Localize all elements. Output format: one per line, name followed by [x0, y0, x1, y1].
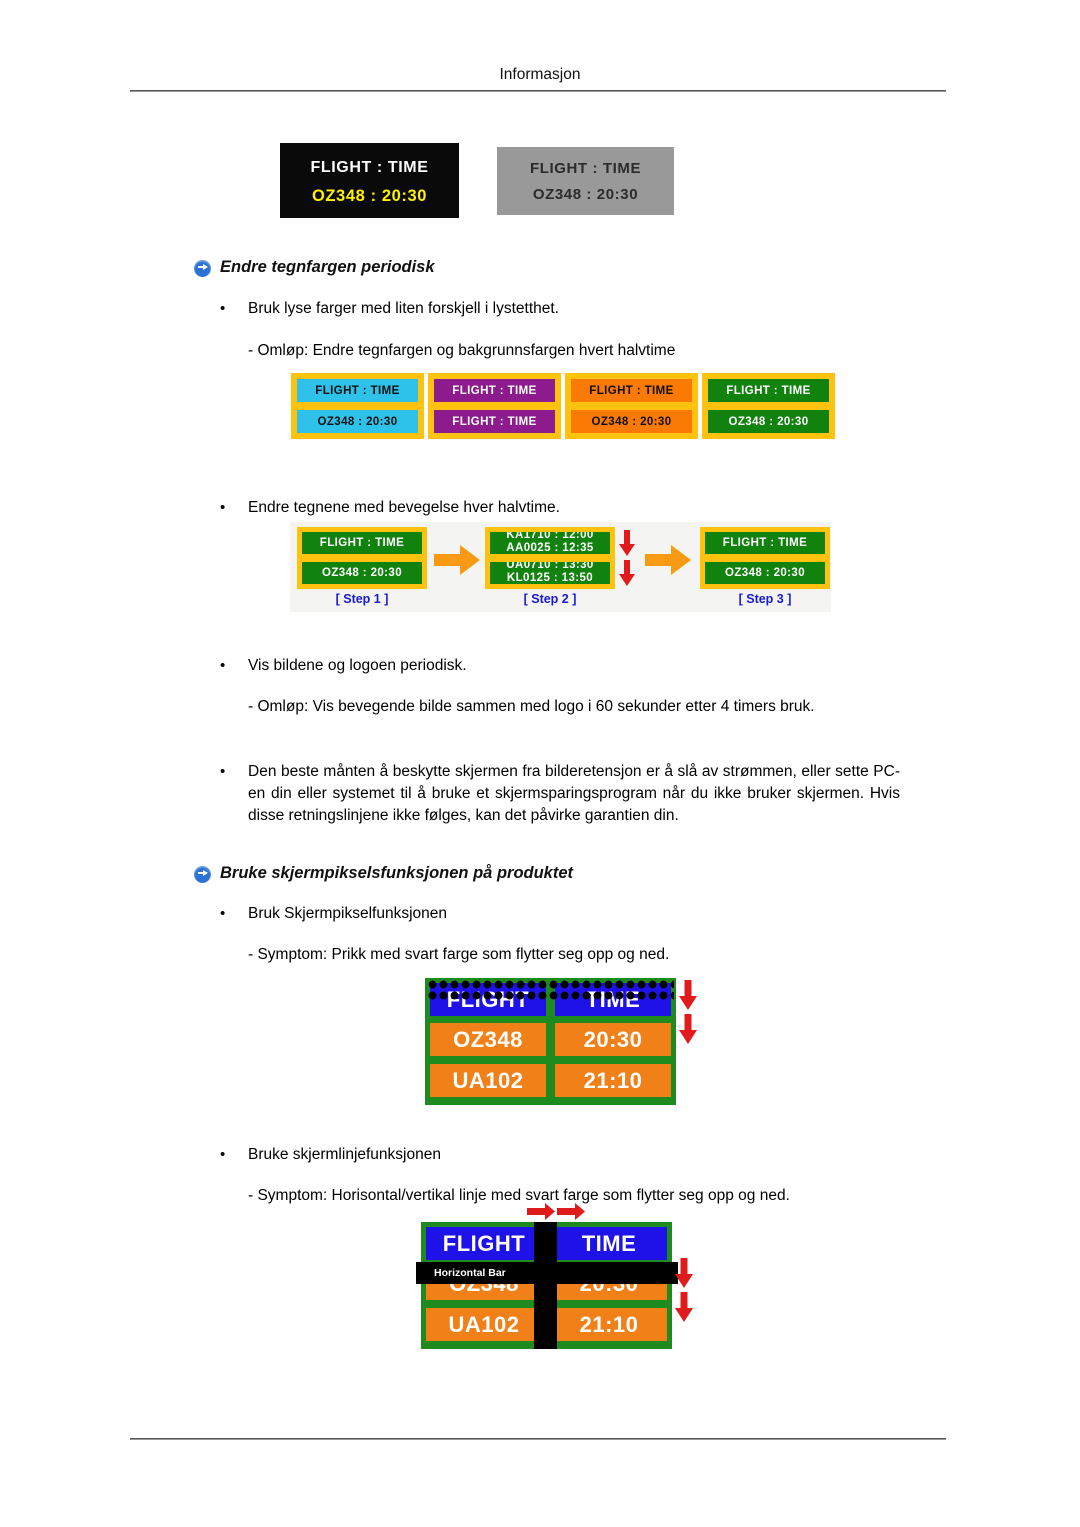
- bullet-text: Den beste månten å beskytte skjermen fra…: [248, 763, 900, 824]
- line-board-cell-flight: FLIGHT: [426, 1227, 542, 1260]
- green-panel-row1: FLIGHT : TIME: [708, 379, 829, 402]
- page-title: Informasjon: [499, 66, 581, 83]
- red-right-arrow-icon: [557, 1203, 585, 1220]
- step-3-label: [ Step 3 ]: [738, 592, 792, 606]
- step-2-row1: KA1710 : 12:00 AA0025 : 12:35: [490, 532, 610, 554]
- list-bullet-icon: •: [220, 657, 226, 674]
- step-2-row2-top: UA0710 : 13:30: [506, 562, 594, 571]
- orange-right-arrow-icon: [645, 545, 691, 575]
- list-bullet-icon: •: [220, 1146, 226, 1163]
- step-1-panel: FLIGHT : TIME OZ348 : 20:30: [297, 527, 427, 589]
- red-down-arrow-icon: [619, 530, 635, 556]
- red-down-arrow-icon: [675, 1258, 693, 1288]
- red-down-arrow-icon: [675, 1292, 693, 1322]
- list-bullet-icon: •: [220, 300, 226, 317]
- bullet-item: • Bruk lyse farger med liten forskjell i…: [220, 298, 910, 320]
- bullet-text: Endre tegnene med bevegelse hver halvtim…: [248, 499, 560, 516]
- step-2-label: [ Step 2 ]: [523, 592, 577, 606]
- step-3-row1: FLIGHT : TIME: [705, 532, 825, 554]
- blue-arrow-circle-icon: [194, 866, 211, 883]
- step-2-panel: KA1710 : 12:00 AA0025 : 12:35 UA0710 : 1…: [485, 527, 615, 589]
- blue-arrow-circle-icon: [194, 260, 211, 277]
- bullet-text: Bruk lyse farger med liten forskjell i l…: [248, 300, 559, 317]
- step-2-row2-bottom: KL0125 : 13:50: [506, 572, 594, 584]
- line-board: FLIGHT TIME OZ348 20:30 UA102 21:10 Hori…: [416, 1222, 678, 1349]
- pixel-board-cell-ua102: UA102: [430, 1064, 546, 1097]
- bullet-text: Vis bildene og logoen periodisk.: [248, 657, 467, 674]
- bullet-item: • Vis bildene og logoen periodisk.: [220, 655, 910, 677]
- pixel-board-cell-oz348: OZ348: [430, 1023, 546, 1056]
- purple-panel: FLIGHT : TIME FLIGHT : TIME: [428, 373, 561, 439]
- sub-line: - Symptom: Prikk med svart farge som fly…: [248, 946, 670, 963]
- green-panel: FLIGHT : TIME OZ348 : 20:30: [702, 373, 835, 439]
- orange-right-arrow-icon: [434, 545, 480, 575]
- red-right-arrow-icon: [527, 1203, 555, 1220]
- pixel-board-cell-2030: 20:30: [555, 1023, 671, 1056]
- step-2-row1-top: KA1710 : 12:00: [506, 532, 594, 541]
- step-1-row2: OZ348 : 20:30: [302, 562, 422, 584]
- cyan-panel-row1: FLIGHT : TIME: [297, 379, 418, 402]
- purple-panel-row1: FLIGHT : TIME: [434, 379, 555, 402]
- bullet-item: • Bruk Skjermpikselfunksjonen: [220, 903, 910, 925]
- purple-panel-row2: FLIGHT : TIME: [434, 410, 555, 433]
- horizontal-bar-label: Horizontal Bar: [434, 1267, 506, 1279]
- section-heading-1: Endre tegnfargen periodisk: [194, 258, 435, 277]
- bullet-item: • Den beste månten å beskytte skjermen f…: [220, 761, 900, 827]
- bullet-text: Bruke skjermlinjefunksjonen: [248, 1146, 441, 1163]
- list-bullet-icon: •: [220, 905, 226, 922]
- step-1-label: [ Step 1 ]: [335, 592, 389, 606]
- list-bullet-icon: •: [220, 763, 226, 780]
- red-down-arrow-icon: [619, 560, 635, 586]
- section-heading-2: Bruke skjermpikselsfunksjonen på produkt…: [194, 864, 574, 883]
- sub-line: - Omløp: Endre tegnfargen og bakgrunnsfa…: [248, 342, 676, 359]
- red-down-arrow-icon: [679, 980, 697, 1010]
- step-2-row2: UA0710 : 13:30 KL0125 : 13:50: [490, 562, 610, 584]
- black-panel-line1: FLIGHT : TIME: [310, 159, 429, 176]
- line-board-cell-ua102: UA102: [426, 1308, 542, 1341]
- pixel-board: FLIGHT TIME OZ348 20:30 UA102 21:10: [425, 978, 676, 1105]
- header-rule: [130, 90, 946, 92]
- orange-panel-row1: FLIGHT : TIME: [571, 379, 692, 402]
- section-heading-1-label: Endre tegnfargen periodisk: [220, 258, 435, 276]
- gray-panel-line1: FLIGHT : TIME: [529, 160, 642, 177]
- black-panel: FLIGHT : TIME OZ348 : 20:30: [280, 143, 459, 218]
- sub-line: - Omløp: Vis bevegende bilde sammen med …: [248, 698, 815, 715]
- black-panel-line2: OZ348 : 20:30: [311, 187, 428, 205]
- gray-panel-line2: OZ348 : 20:30: [532, 186, 639, 203]
- document-page: Informasjon FLIGHT : TIME OZ348 : 20:30 …: [0, 0, 1080, 1527]
- bullet-text: Bruk Skjermpikselfunksjonen: [248, 905, 448, 922]
- bullet-item: • Bruke skjermlinjefunksjonen: [220, 1144, 910, 1166]
- orange-panel-row2: OZ348 : 20:30: [571, 410, 692, 433]
- section-heading-2-label: Bruke skjermpikselsfunksjonen på produkt…: [220, 864, 574, 882]
- cyan-panel: FLIGHT : TIME OZ348 : 20:30: [291, 373, 424, 439]
- list-bullet-icon: •: [220, 499, 226, 516]
- red-down-arrow-icon: [679, 1014, 697, 1044]
- green-panel-row2: OZ348 : 20:30: [708, 410, 829, 433]
- step-2-row1-bottom: AA0025 : 12:35: [506, 542, 594, 554]
- vertical-bar-overlay: [534, 1222, 557, 1349]
- pixel-board-cell-flight: FLIGHT: [430, 983, 546, 1016]
- footer-rule: [130, 1438, 946, 1440]
- sub-line: - Symptom: Horisontal/vertikal linje med…: [248, 1187, 790, 1204]
- line-board-cell-2110: 21:10: [551, 1308, 667, 1341]
- cyan-panel-row2: OZ348 : 20:30: [297, 410, 418, 433]
- step-1-row1: FLIGHT : TIME: [302, 532, 422, 554]
- pixel-board-cell-2110: 21:10: [555, 1064, 671, 1097]
- bullet-item: • Endre tegnene med bevegelse hver halvt…: [220, 497, 910, 519]
- orange-panel: FLIGHT : TIME OZ348 : 20:30: [565, 373, 698, 439]
- step-3-row2: OZ348 : 20:30: [705, 562, 825, 584]
- gray-panel: FLIGHT : TIME OZ348 : 20:30: [497, 147, 674, 215]
- pixel-board-cell-time: TIME: [555, 983, 671, 1016]
- step-3-panel: FLIGHT : TIME OZ348 : 20:30: [700, 527, 830, 589]
- line-board-cell-time: TIME: [551, 1227, 667, 1260]
